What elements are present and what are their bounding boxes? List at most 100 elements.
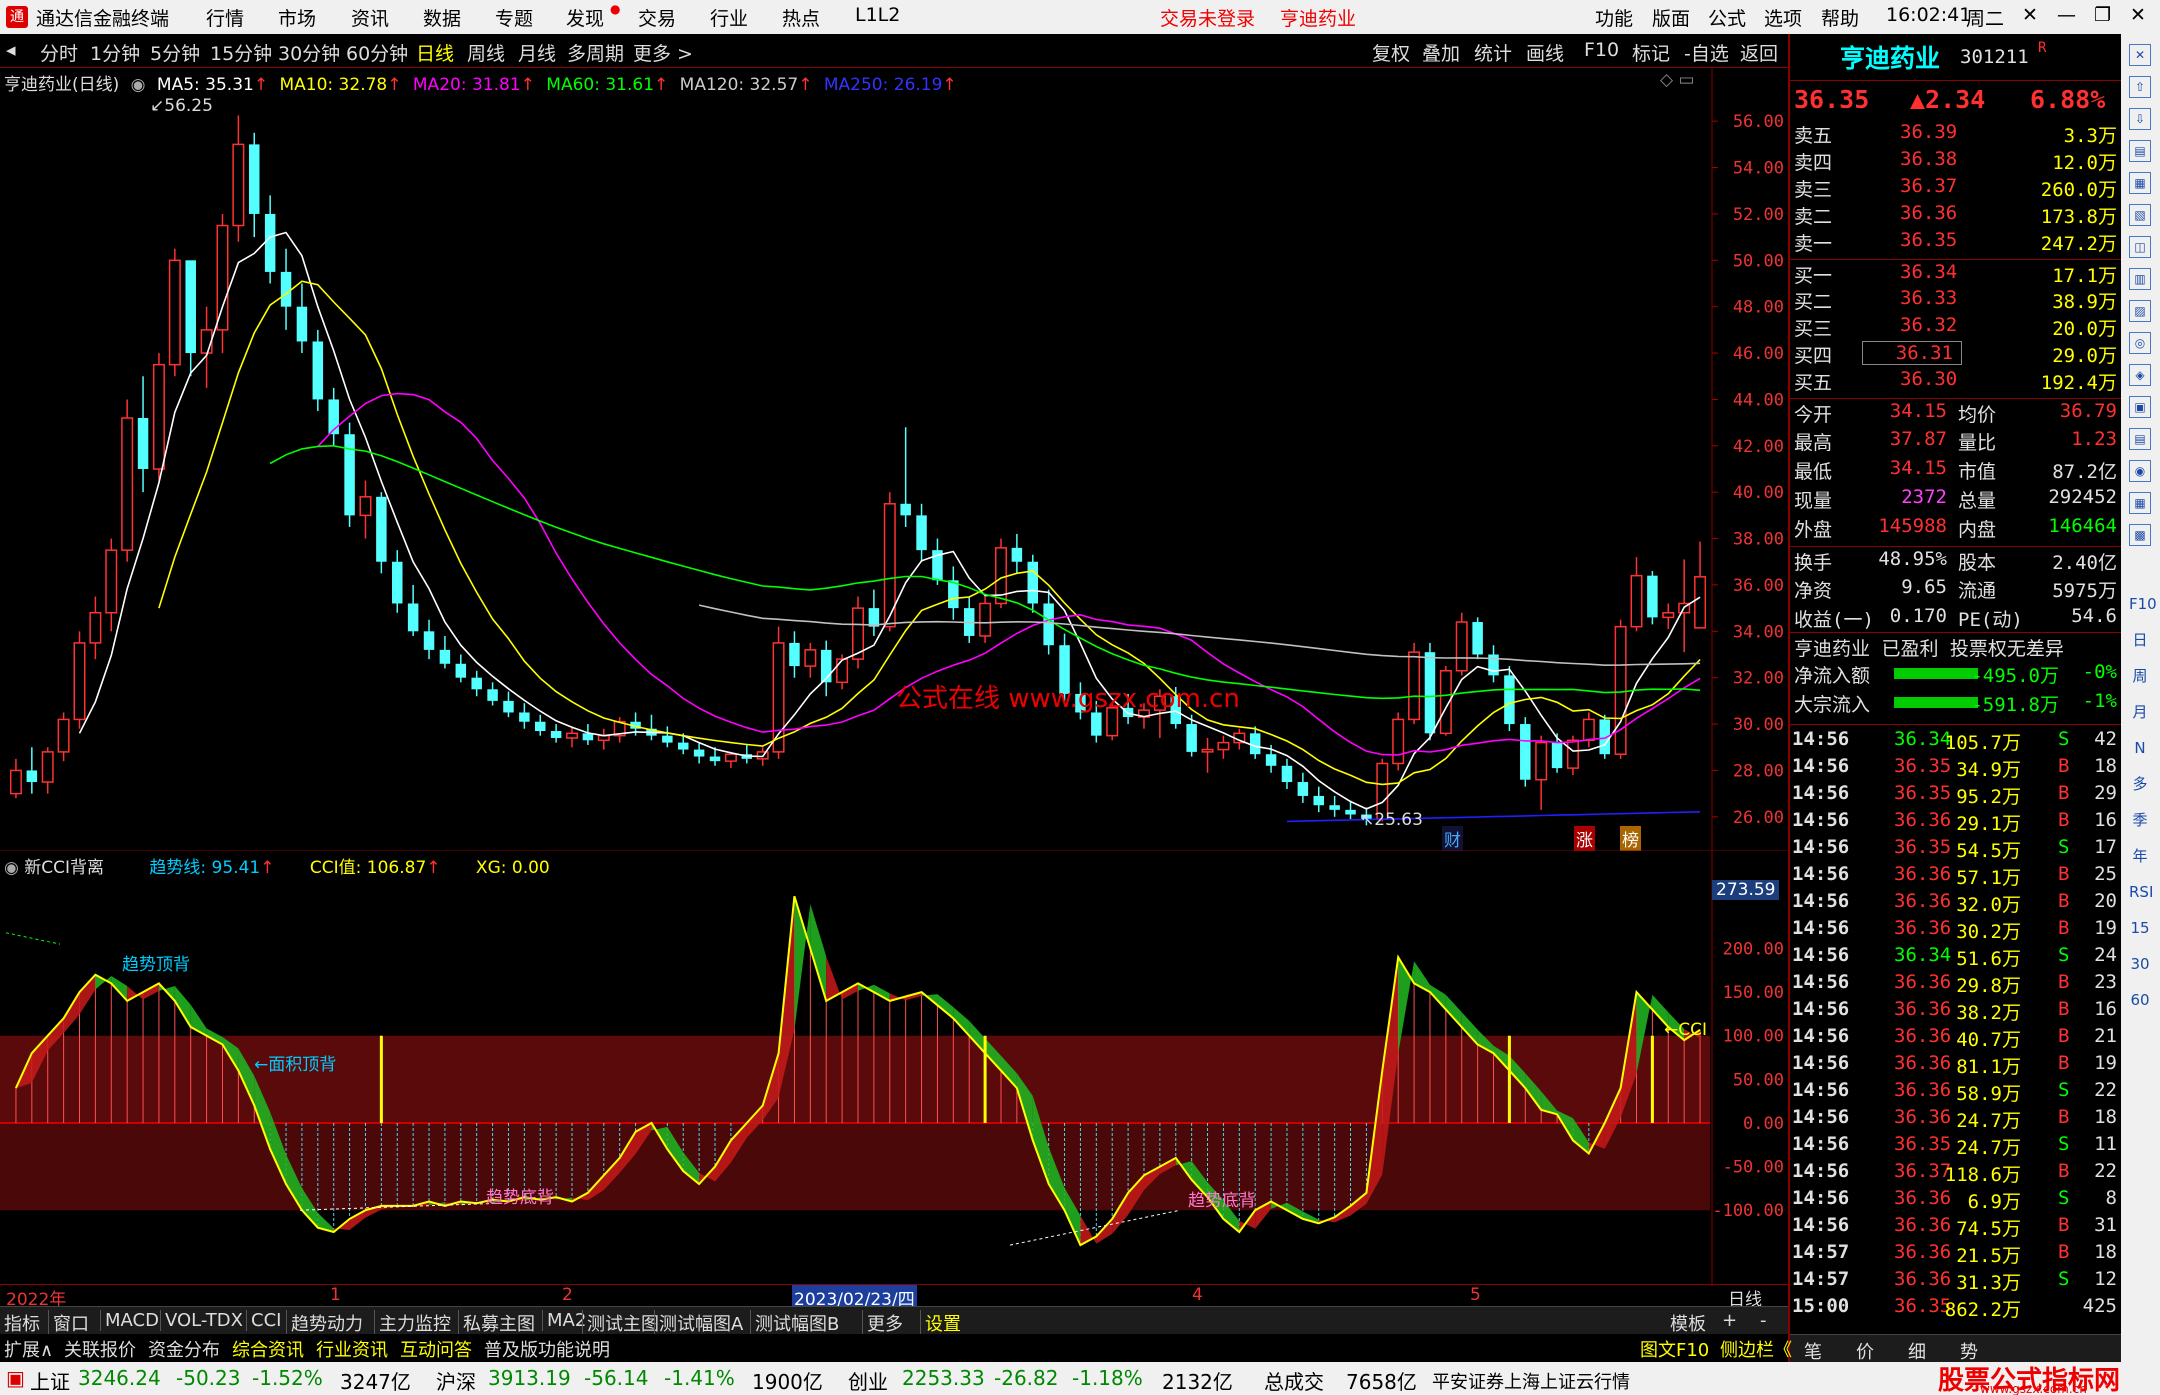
side-period-7[interactable]: 年: [2129, 846, 2151, 868]
sub-dropdown-icon[interactable]: ◉: [4, 858, 19, 878]
side-period-9[interactable]: 15: [2129, 918, 2151, 940]
bid-row-5[interactable]: 买一 36.34 17.1万: [1790, 259, 2123, 287]
legend-dropdown-icon[interactable]: ◉: [131, 75, 146, 95]
indicator-tab-9[interactable]: 测试主图: [582, 1310, 659, 1336]
btn-tongji[interactable]: 统计: [1474, 39, 1512, 66]
indicator-tab-15[interactable]: +: [1722, 1310, 1737, 1331]
indicator-tab-10[interactable]: 测试幅图A: [654, 1310, 743, 1336]
menu-hangqing[interactable]: 行情: [206, 4, 244, 31]
side-tool-icon[interactable]: ◫: [2129, 236, 2151, 258]
indicator-tab-5[interactable]: 趋势动力: [286, 1310, 363, 1336]
maximize-icon[interactable]: ❐: [2094, 4, 2111, 26]
bid-row-7[interactable]: 买三 36.32 20.0万: [1790, 313, 2123, 340]
bid-row-8[interactable]: 买四 36.31 29.0万: [1790, 340, 2123, 367]
menu-zixun[interactable]: 资讯: [351, 4, 389, 31]
menu-xuanxiang[interactable]: 选项: [1764, 4, 1802, 31]
info-tab-3[interactable]: 综合资讯: [232, 1336, 304, 1362]
info-tab-2[interactable]: 资金分布: [148, 1336, 220, 1362]
side-period-6[interactable]: 季: [2129, 810, 2151, 832]
period-1min[interactable]: 1分钟: [90, 39, 140, 66]
side-tool-icon[interactable]: ▧: [2129, 204, 2151, 226]
indicator-tab-8[interactable]: MA2: [542, 1310, 586, 1331]
side-tool-icon[interactable]: ▩: [2129, 524, 2151, 546]
side-period-0[interactable]: F10: [2129, 594, 2157, 616]
tab-jia[interactable]: 价: [1856, 1338, 1874, 1364]
sidebar-toggle[interactable]: 侧边栏《: [1720, 1336, 1792, 1362]
indicator-tab-1[interactable]: 窗口: [48, 1310, 89, 1336]
btn-biaoji[interactable]: 标记: [1632, 39, 1670, 66]
bid-row-6[interactable]: 买二 36.33 38.9万: [1790, 286, 2123, 313]
cci-chart[interactable]: 200.00 150.00 100.00 50.00 0.00 -50.00 -100.00…: [0, 850, 1788, 1286]
minimize-icon[interactable]: —: [2057, 4, 2076, 26]
period-multi[interactable]: 多周期: [567, 39, 624, 66]
btn-diejia[interactable]: 叠加: [1422, 39, 1460, 66]
info-tab-5[interactable]: 互动问答: [400, 1336, 472, 1362]
ask-row-0[interactable]: 卖五 36.39 3.3万: [1790, 120, 2123, 147]
btn-fuquan[interactable]: 复权: [1372, 39, 1410, 66]
side-period-10[interactable]: 30: [2129, 954, 2151, 976]
period-60min[interactable]: 60分钟: [346, 39, 408, 66]
period-daily[interactable]: 日线: [416, 39, 454, 66]
period-fenshi[interactable]: 分时: [40, 39, 78, 66]
menu-hangye[interactable]: 行业: [710, 4, 748, 31]
indicator-tab-14[interactable]: 模板: [1670, 1310, 1706, 1336]
side-period-1[interactable]: 日: [2129, 630, 2151, 652]
indicator-tab-7[interactable]: 私募主图: [458, 1310, 535, 1336]
side-tool-icon[interactable]: ▦: [2129, 492, 2151, 514]
indicator-tab-13[interactable]: 设置: [920, 1310, 961, 1336]
marker-cai[interactable]: 财: [1442, 826, 1463, 851]
info-tab-4[interactable]: 行业资讯: [316, 1336, 388, 1362]
side-tool-icon[interactable]: ◈: [2129, 364, 2151, 386]
status-server[interactable]: 平安证券上海上证云行情: [1432, 1368, 1630, 1394]
period-more[interactable]: 更多 >: [633, 39, 693, 66]
menu-zhuanti[interactable]: 专题: [495, 4, 533, 31]
indicator-tab-0[interactable]: 指标: [4, 1310, 40, 1336]
menu-gongshi[interactable]: 公式: [1708, 4, 1746, 31]
tab-xi[interactable]: 细: [1908, 1338, 1926, 1364]
menu-banmian[interactable]: 版面: [1652, 4, 1690, 31]
btn-huaxian[interactable]: 画线: [1526, 39, 1564, 66]
marker-zhang[interactable]: 涨: [1574, 826, 1595, 851]
indicator-tab-12[interactable]: 更多: [862, 1310, 903, 1336]
btn-zixuan[interactable]: -自选: [1684, 39, 1729, 66]
indicator-tab-2[interactable]: MACD: [100, 1310, 159, 1331]
menu-shuju[interactable]: 数据: [423, 4, 461, 31]
side-period-4[interactable]: N: [2129, 738, 2151, 760]
toolbar-tool-icon[interactable]: ◂: [6, 39, 16, 61]
tab-bi[interactable]: 笔: [1804, 1338, 1822, 1364]
info-tab-1[interactable]: 关联报价: [64, 1336, 136, 1362]
menu-bangzhu[interactable]: 帮助: [1821, 4, 1859, 31]
chart-settings-icon[interactable]: ◇ ▭: [1660, 70, 1695, 90]
side-tool-icon[interactable]: ◉: [2129, 460, 2151, 482]
period-monthly[interactable]: 月线: [518, 39, 556, 66]
ask-row-1[interactable]: 卖四 36.38 12.0万: [1790, 147, 2123, 174]
trade-status[interactable]: 交易未登录: [1160, 4, 1255, 31]
side-tool-icon[interactable]: ✕: [2129, 44, 2151, 66]
side-tool-icon[interactable]: ▣: [2129, 396, 2151, 418]
indicator-tab-16[interactable]: -: [1760, 1310, 1767, 1331]
side-period-8[interactable]: RSI: [2129, 882, 2153, 904]
btn-fanhui[interactable]: 返回: [1740, 39, 1778, 66]
side-tool-icon[interactable]: ⇩: [2129, 108, 2151, 130]
f10-link[interactable]: 图文F10: [1640, 1336, 1709, 1362]
side-tool-icon[interactable]: ▦: [2129, 172, 2151, 194]
side-tool-icon[interactable]: ▨: [2129, 300, 2151, 322]
menu-faxian[interactable]: 发现: [566, 4, 604, 31]
close-menu-icon[interactable]: ✕: [2022, 4, 2038, 26]
side-tool-icon[interactable]: ▥: [2129, 268, 2151, 290]
close-window-icon[interactable]: ✕: [2130, 4, 2146, 26]
status-hs-name[interactable]: 沪深: [436, 1366, 476, 1395]
side-period-11[interactable]: 60: [2129, 990, 2151, 1012]
side-tool-icon[interactable]: ⇧: [2129, 76, 2151, 98]
ask-row-3[interactable]: 卖二 36.36 173.8万: [1790, 201, 2123, 228]
status-sh-name[interactable]: 上证: [30, 1366, 70, 1395]
period-weekly[interactable]: 周线: [467, 39, 505, 66]
side-period-3[interactable]: 月: [2129, 702, 2151, 724]
side-tool-icon[interactable]: ◎: [2129, 332, 2151, 354]
marker-bang[interactable]: 榜: [1620, 826, 1641, 851]
ask-row-4[interactable]: 卖一 36.35 247.2万: [1790, 228, 2123, 255]
indicator-tab-11[interactable]: 测试幅图B: [750, 1310, 839, 1336]
indicator-tab-3[interactable]: VOL-TDX: [160, 1310, 243, 1331]
status-cy-name[interactable]: 创业: [848, 1366, 888, 1395]
side-period-5[interactable]: 多: [2129, 774, 2151, 796]
